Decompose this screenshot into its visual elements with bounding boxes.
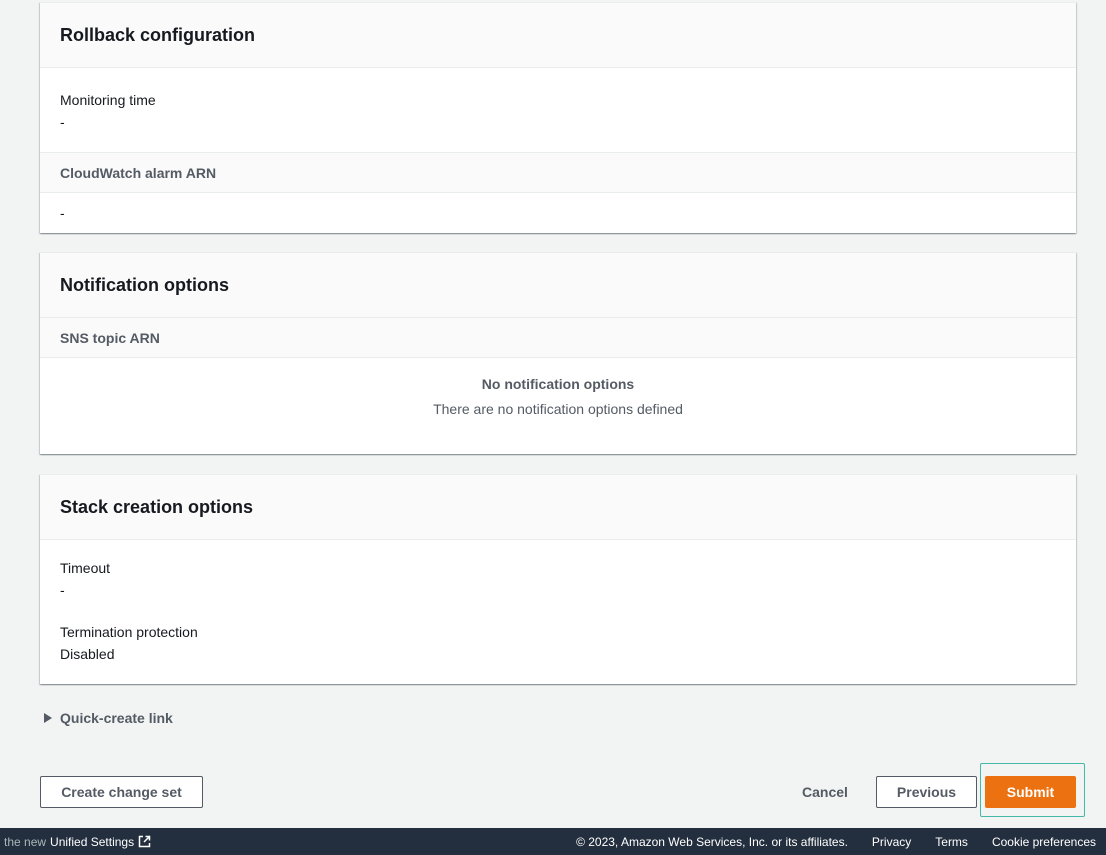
privacy-link[interactable]: Privacy bbox=[872, 835, 911, 849]
copyright-text: © 2023, Amazon Web Services, Inc. or its… bbox=[576, 834, 848, 849]
monitoring-time-value: - bbox=[60, 114, 65, 130]
quick-create-link-expander[interactable]: Quick-create link bbox=[44, 710, 173, 726]
rollback-title: Rollback configuration bbox=[60, 24, 256, 45]
cloudwatch-alarm-value: - bbox=[60, 205, 65, 221]
cloudwatch-alarm-header: CloudWatch alarm ARN bbox=[40, 152, 1076, 193]
quick-create-link-label: Quick-create link bbox=[60, 710, 173, 726]
unified-settings-link[interactable]: Unified Settings bbox=[50, 835, 134, 849]
sns-topic-header: SNS topic ARN bbox=[40, 318, 1076, 358]
cancel-button[interactable]: Cancel bbox=[790, 776, 860, 808]
timeout-value: - bbox=[60, 582, 65, 598]
notification-empty-state: No notification options There are no not… bbox=[40, 376, 1076, 417]
create-change-set-button[interactable]: Create change set bbox=[40, 776, 203, 808]
previous-button[interactable]: Previous bbox=[876, 776, 977, 808]
external-link-icon bbox=[138, 835, 151, 848]
monitoring-time-field: Monitoring time - bbox=[60, 89, 156, 133]
footer-right: © 2023, Amazon Web Services, Inc. or its… bbox=[576, 835, 1096, 849]
footer-left: the new Unified Settings bbox=[4, 835, 151, 849]
stack-creation-panel-header: Stack creation options bbox=[40, 475, 1076, 540]
cloudwatch-alarm-header-label: CloudWatch alarm ARN bbox=[60, 164, 217, 181]
cookie-preferences-link[interactable]: Cookie preferences bbox=[992, 835, 1096, 849]
stack-creation-title: Stack creation options bbox=[60, 496, 254, 517]
console-footer: the new Unified Settings © 2023, Amazon … bbox=[0, 828, 1106, 855]
submit-button[interactable]: Submit bbox=[985, 776, 1076, 808]
termination-protection-value: Disabled bbox=[60, 646, 115, 662]
terms-link[interactable]: Terms bbox=[935, 835, 968, 849]
timeout-field: Timeout - bbox=[60, 557, 110, 601]
empty-state-title: No notification options bbox=[481, 376, 635, 392]
empty-state-description: There are no notification options define… bbox=[433, 401, 683, 417]
rollback-configuration-panel: Rollback configuration Monitoring time -… bbox=[40, 2, 1076, 233]
termination-protection-label: Termination protection bbox=[60, 624, 198, 640]
notification-title: Notification options bbox=[60, 274, 229, 295]
monitoring-time-label: Monitoring time bbox=[60, 92, 156, 108]
termination-protection-field: Termination protection Disabled bbox=[60, 621, 198, 665]
notification-options-panel: Notification options SNS topic ARN No no… bbox=[40, 252, 1076, 454]
notification-panel-header: Notification options bbox=[40, 253, 1076, 318]
sns-topic-header-label: SNS topic ARN bbox=[60, 329, 160, 346]
timeout-label: Timeout bbox=[60, 560, 111, 576]
rollback-panel-header: Rollback configuration bbox=[40, 3, 1076, 68]
footer-prefix: the new bbox=[4, 834, 47, 849]
stack-creation-options-panel: Stack creation options Timeout - Termina… bbox=[40, 474, 1076, 684]
caret-right-icon bbox=[44, 713, 52, 723]
